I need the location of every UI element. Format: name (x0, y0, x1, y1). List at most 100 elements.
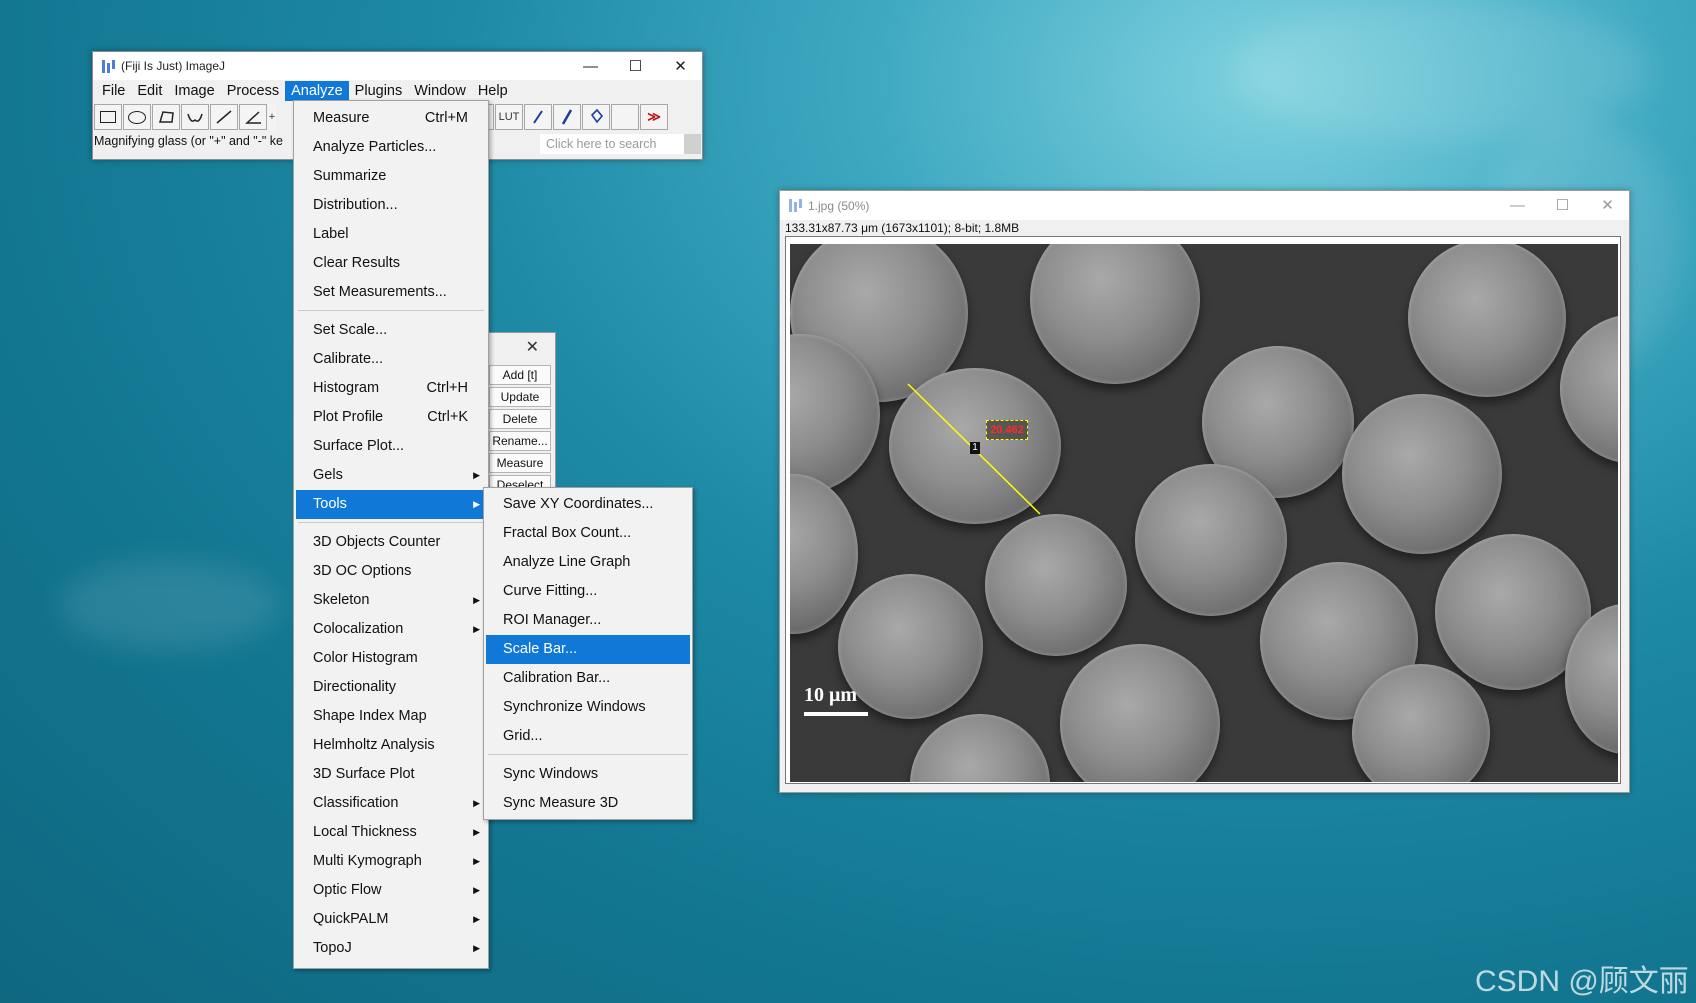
menu-item-classification[interactable]: Classification ▶ (296, 789, 486, 818)
menu-item-color-histogram[interactable]: Color Histogram (296, 644, 486, 673)
menu-item-label: Plot Profile (313, 409, 384, 425)
roi-close-icon[interactable]: ✕ (526, 337, 539, 357)
menu-item-directionality[interactable]: Directionality (296, 673, 486, 702)
roi-measure-button[interactable]: Measure (489, 453, 551, 473)
menu-file[interactable]: File (96, 81, 131, 101)
roi-delete-button[interactable]: Delete (489, 409, 551, 429)
menu-item-3d-objects-counter[interactable]: 3D Objects Counter (296, 528, 486, 557)
menu-item-plot-profile[interactable]: Plot Profile Ctrl+K (296, 403, 486, 432)
menu-help[interactable]: Help (472, 81, 514, 101)
menu-item-distribution[interactable]: Distribution... (296, 191, 486, 220)
freehand-tool-icon[interactable] (181, 104, 209, 130)
image-minimize-icon[interactable]: — (1495, 191, 1540, 219)
image-window: 1.jpg (50%) — ☐ ✕ 133.31x87.73 μm (1673x… (779, 190, 1630, 793)
pencil-tool-icon[interactable] (524, 104, 552, 130)
menu-item-shortcut: Ctrl+M (424, 110, 468, 126)
more-tools-icon[interactable]: ≫ (640, 104, 668, 130)
menu-item-analyze-particles[interactable]: Analyze Particles... (296, 133, 486, 162)
image-title: 1.jpg (50%) (808, 198, 870, 213)
menu-item-set-measurements[interactable]: Set Measurements... (296, 278, 486, 307)
menu-item-helmholtz-analysis[interactable]: Helmholtz Analysis (296, 731, 486, 760)
menu-item-3d-surface-plot[interactable]: 3D Surface Plot (296, 760, 486, 789)
fiji-menu-bar: File Edit Image Process Analyze Plugins … (93, 80, 702, 102)
menu-process[interactable]: Process (221, 81, 285, 101)
measure-label[interactable]: 20.462 (986, 420, 1028, 440)
flood-fill-tool-icon[interactable] (582, 104, 610, 130)
menu-image[interactable]: Image (168, 81, 220, 101)
fiji-title-bar[interactable]: (Fiji Is Just) ImageJ — ☐ ✕ (93, 52, 702, 80)
menu-window[interactable]: Window (408, 81, 472, 101)
brush-tool-icon[interactable] (553, 104, 581, 130)
menu-item-save-xy-coordinates[interactable]: Save XY Coordinates... (486, 490, 690, 519)
menu-separator (298, 310, 484, 311)
menu-item-label: Gels (313, 467, 343, 483)
menu-item-label: Measure (313, 110, 370, 126)
polygon-tool-icon[interactable] (152, 104, 180, 130)
rectangle-tool-icon[interactable] (94, 104, 122, 130)
menu-item-shape-index-map[interactable]: Shape Index Map (296, 702, 486, 731)
oval-tool-icon[interactable] (123, 104, 151, 130)
menu-item-multi-kymograph[interactable]: Multi Kymograph ▶ (296, 847, 486, 876)
menu-item-synchronize-windows[interactable]: Synchronize Windows (486, 693, 690, 722)
empty-tool-slot[interactable] (611, 104, 639, 130)
menu-item-analyze-line-graph[interactable]: Analyze Line Graph (486, 548, 690, 577)
search-input[interactable]: Click here to search (540, 134, 686, 154)
menu-item-curve-fitting[interactable]: Curve Fitting... (486, 577, 690, 606)
sem-image-canvas[interactable]: 1 20.462 10 μm (790, 244, 1618, 782)
menu-plugins[interactable]: Plugins (349, 81, 409, 101)
menu-separator (488, 754, 688, 755)
menu-item-summarize[interactable]: Summarize (296, 162, 486, 191)
menu-item-scale-bar[interactable]: Scale Bar... (486, 635, 690, 664)
roi-rename-button[interactable]: Rename... (489, 431, 551, 451)
roi-line-overlay[interactable] (790, 244, 1618, 782)
roi-update-button[interactable]: Update (489, 387, 551, 407)
image-title-bar[interactable]: 1.jpg (50%) — ☐ ✕ (780, 191, 1629, 220)
lut-tool-icon[interactable]: LUT (495, 104, 523, 130)
menu-item-label: Classification (313, 795, 399, 811)
menu-item-histogram[interactable]: Histogram Ctrl+H (296, 374, 486, 403)
submenu-arrow-icon: ▶ (473, 827, 480, 837)
minimize-icon[interactable]: — (568, 52, 613, 80)
menu-item-optic-flow[interactable]: Optic Flow ▶ (296, 876, 486, 905)
submenu-arrow-icon: ▶ (473, 624, 480, 634)
close-icon[interactable]: ✕ (658, 52, 703, 80)
roi-add-button[interactable]: Add [t] (489, 365, 551, 385)
menu-item-skeleton[interactable]: Skeleton ▶ (296, 586, 486, 615)
menu-item-surface-plot[interactable]: Surface Plot... (296, 432, 486, 461)
menu-item-measure[interactable]: Measure Ctrl+M (296, 104, 486, 133)
menu-item-quickpalm[interactable]: QuickPALM ▶ (296, 905, 486, 934)
menu-analyze[interactable]: Analyze (285, 81, 349, 101)
menu-item-label: Colocalization (313, 621, 404, 637)
menu-item-tools[interactable]: Tools ▶ (296, 490, 486, 519)
menu-item-grid[interactable]: Grid... (486, 722, 690, 751)
submenu-arrow-icon: ▶ (473, 798, 480, 808)
menu-item-roi-manager[interactable]: ROI Manager... (486, 606, 690, 635)
image-close-icon[interactable]: ✕ (1585, 191, 1630, 219)
image-maximize-icon[interactable]: ☐ (1540, 191, 1585, 219)
image-info: 133.31x87.73 μm (1673x1101); 8-bit; 1.8M… (785, 221, 1020, 235)
menu-item-fractal-box-count[interactable]: Fractal Box Count... (486, 519, 690, 548)
submenu-arrow-icon: ▶ (473, 470, 480, 480)
menu-item-gels[interactable]: Gels ▶ (296, 461, 486, 490)
menu-item-set-scale[interactable]: Set Scale... (296, 316, 486, 345)
menu-edit[interactable]: Edit (131, 81, 168, 101)
submenu-arrow-icon: ▶ (473, 499, 480, 509)
menu-item-label: Tools (313, 496, 347, 512)
menu-item-sync-windows[interactable]: Sync Windows (486, 760, 690, 789)
line-tool-icon[interactable] (210, 104, 238, 130)
menu-item-label: TopoJ (313, 940, 352, 956)
menu-item-calibrate[interactable]: Calibrate... (296, 345, 486, 374)
menu-item-3d-oc-options[interactable]: 3D OC Options (296, 557, 486, 586)
angle-tool-icon[interactable] (239, 104, 267, 130)
menu-item-label: Skeleton (313, 592, 370, 608)
point-tool-icon[interactable]: + (268, 104, 276, 130)
menu-item-sync-measure-3d[interactable]: Sync Measure 3D (486, 789, 690, 818)
menu-item-clear-results[interactable]: Clear Results (296, 249, 486, 278)
roi-number-label: 1 (970, 442, 980, 454)
menu-item-colocalization[interactable]: Colocalization ▶ (296, 615, 486, 644)
menu-item-topoj[interactable]: TopoJ ▶ (296, 934, 486, 963)
menu-item-local-thickness[interactable]: Local Thickness ▶ (296, 818, 486, 847)
menu-item-calibration-bar[interactable]: Calibration Bar... (486, 664, 690, 693)
maximize-icon[interactable]: ☐ (613, 52, 658, 80)
menu-item-label[interactable]: Label (296, 220, 486, 249)
